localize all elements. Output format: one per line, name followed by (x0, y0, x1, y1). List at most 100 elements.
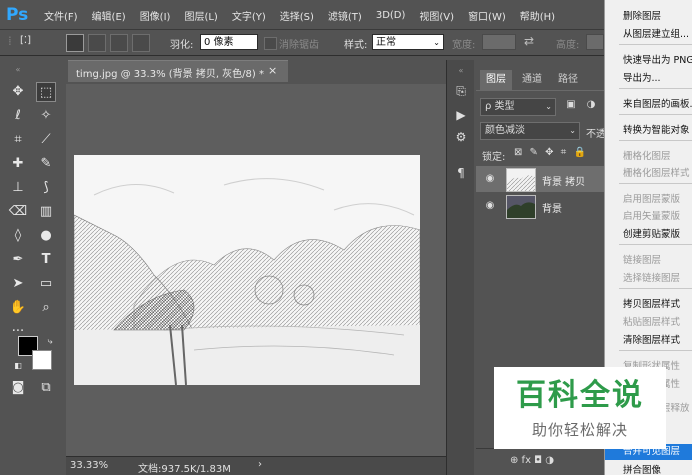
menu-item-create-clipping-mask[interactable]: 创建剪贴蒙版 (623, 226, 680, 240)
clone-stamp-tool-icon[interactable]: ⊥ (8, 178, 28, 198)
zoom-level[interactable]: 33.33% (70, 460, 108, 471)
menu-type[interactable]: 文字(Y) (232, 8, 266, 23)
panel-collapse-icon[interactable]: « (8, 60, 28, 80)
eraser-tool-icon[interactable]: ⌫ (8, 202, 28, 222)
menu-item-clear-layer-style[interactable]: 清除图层样式 (623, 332, 680, 346)
move-tool-icon[interactable]: ✥ (8, 82, 28, 102)
menu-item-link-layers: 链接图层 (623, 255, 662, 266)
history-panel-icon[interactable]: ⎘ (452, 82, 470, 100)
lasso-tool-icon[interactable]: ℓ (8, 106, 28, 126)
swap-colors-icon[interactable]: ⤷ (40, 332, 60, 352)
zoom-tool-icon[interactable]: ⌕ (36, 298, 56, 318)
document-tab[interactable]: timg.jpg @ 33.3% (背景 拷贝, 灰色/8) * × (68, 60, 288, 82)
actions-panel-icon[interactable]: ▶ (452, 106, 470, 124)
magic-wand-tool-icon[interactable]: ✧ (36, 106, 56, 126)
tab-layers[interactable]: 图层 (480, 70, 512, 90)
menu-view[interactable]: 视图(V) (419, 8, 454, 23)
menu-window[interactable]: 窗口(W) (468, 8, 506, 23)
menu-item-export-as[interactable]: 导出为... (623, 70, 661, 84)
menu-separator (619, 288, 692, 289)
width-input[interactable] (482, 34, 516, 50)
default-colors-icon[interactable]: ◧ (8, 356, 28, 376)
blend-mode-value: 颜色减淡 (485, 125, 525, 136)
watermark-title: 百科全说 (516, 378, 644, 413)
quick-mask-icon[interactable]: ◙ (8, 378, 28, 398)
style-select[interactable]: 正常 ⌄ (372, 34, 444, 50)
menu-separator (619, 44, 692, 45)
history-brush-tool-icon[interactable]: ⟆ (36, 178, 56, 198)
menu-item-rasterize-layer-style: 栅格化图层样式 (623, 168, 690, 179)
menu-item-copy-layer-style[interactable]: 拷贝图层样式 (623, 296, 680, 310)
panel-collapse-icon[interactable]: « (452, 62, 470, 80)
pen-tool-icon[interactable]: ✒ (8, 250, 28, 270)
lock-label: 锁定: (482, 152, 506, 163)
background-color-swatch[interactable] (32, 350, 52, 370)
menu-select[interactable]: 选择(S) (280, 8, 314, 23)
opacity-label: 不透 (586, 129, 606, 140)
canvas-image[interactable] (74, 155, 420, 385)
blur-tool-icon[interactable]: ◊ (8, 226, 28, 246)
menu-separator (619, 350, 692, 351)
menu-item-convert-smart-object[interactable]: 转换为智能对象 (623, 122, 690, 136)
lock-icons[interactable]: ⊠ ✎ ✥ ⌗ 🔒 (514, 147, 588, 158)
gradient-tool-icon[interactable]: ▥ (36, 202, 56, 222)
swap-dimensions-icon[interactable]: ⇄ (524, 34, 534, 48)
menu-filter[interactable]: 滤镜(T) (328, 8, 362, 23)
layer-footer-icons[interactable]: ⊕ fx ◘ ◑ (510, 455, 554, 466)
menu-item-quick-export-png[interactable]: 快速导出为 PNG (623, 52, 692, 66)
menu-item-group-from-layers[interactable]: 从图层建立组... (623, 26, 689, 40)
menu-item-delete-layer[interactable]: 删除图层 (623, 8, 661, 22)
menu-3d[interactable]: 3D(D) (376, 10, 406, 21)
eye-icon[interactable]: ◉ (484, 173, 496, 185)
chevron-down-icon: ⌄ (569, 126, 576, 135)
marquee-tool-icon[interactable]: ⬚ (36, 82, 56, 102)
properties-panel-icon[interactable]: ⚙ (452, 128, 470, 146)
tab-channels[interactable]: 通道 (516, 70, 548, 90)
healing-brush-tool-icon[interactable]: ✚ (8, 154, 28, 174)
menu-separator (619, 244, 692, 245)
document-tab-title: timg.jpg @ 33.3% (背景 拷贝, 灰色/8) * (76, 69, 264, 80)
add-to-selection-button[interactable] (88, 34, 106, 52)
brush-tool-icon[interactable]: ✎ (36, 154, 56, 174)
filter-adjustment-icon[interactable]: ◑ (584, 99, 598, 113)
new-selection-button[interactable] (66, 34, 84, 52)
layer-row-background-copy[interactable]: ◉ 背景 拷贝 (476, 166, 616, 192)
menu-items: 文件(F) 编辑(E) 图像(I) 图层(L) 文字(Y) 选择(S) 滤镜(T… (44, 0, 569, 30)
blend-mode-select[interactable]: 颜色减淡 ⌄ (480, 122, 580, 140)
menu-item-artboard-from-layers[interactable]: 来自图层的画板... (623, 96, 692, 110)
subtract-selection-button[interactable] (110, 34, 128, 52)
menu-image[interactable]: 图像(I) (140, 8, 171, 23)
menu-item-enable-vector-mask: 启用矢量蒙版 (623, 211, 681, 222)
crop-tool-icon[interactable]: ⌗ (8, 130, 28, 150)
menu-item-flatten-image[interactable]: 拼合图像 (623, 462, 661, 475)
menu-file[interactable]: 文件(F) (44, 8, 78, 23)
filter-image-icon[interactable]: ▣ (564, 99, 578, 113)
hand-tool-icon[interactable]: ✋ (8, 298, 28, 318)
layer-thumbnail (506, 195, 536, 219)
feather-input[interactable]: 0 像素 (200, 34, 258, 50)
menu-help[interactable]: 帮助(H) (520, 8, 555, 23)
menu-separator (619, 140, 692, 141)
type-tool-icon[interactable]: T (36, 250, 56, 270)
height-input[interactable] (586, 34, 604, 50)
tools-panel: « ✥ ⬚ ℓ ✧ ⌗ ⟋ ✚ ✎ ⊥ ⟆ ⌫ ▥ ◊ ● ✒ T ➤ ▭ ✋ … (6, 60, 62, 400)
eyedropper-tool-icon[interactable]: ⟋ (36, 130, 56, 150)
dodge-tool-icon[interactable]: ● (36, 226, 56, 246)
status-menu-arrow-icon[interactable]: › (258, 459, 262, 470)
menu-separator (619, 114, 692, 115)
menu-layer[interactable]: 图层(L) (184, 8, 217, 23)
path-selection-tool-icon[interactable]: ➤ (8, 274, 28, 294)
options-bar: ⁞ [⁚] 羽化: 0 像素 消除锯齿 样式: 正常 ⌄ 宽度: ⇄ 高度: (0, 30, 692, 56)
marquee-preset-icon[interactable]: [⁚] (20, 35, 31, 46)
layer-row-background[interactable]: ◉ 背景 (476, 193, 616, 219)
menu-edit[interactable]: 编辑(E) (92, 8, 126, 23)
antialias-checkbox[interactable] (264, 37, 277, 50)
rectangle-tool-icon[interactable]: ▭ (36, 274, 56, 294)
intersect-selection-button[interactable] (132, 34, 150, 52)
layer-filter-select[interactable]: ρ 类型 ⌄ (480, 98, 556, 116)
close-icon[interactable]: × (268, 64, 277, 77)
character-panel-icon[interactable]: ¶ (452, 164, 470, 182)
eye-icon[interactable]: ◉ (484, 200, 496, 212)
tab-paths[interactable]: 路径 (552, 70, 584, 90)
screen-mode-icon[interactable]: ⧉ (36, 378, 56, 398)
